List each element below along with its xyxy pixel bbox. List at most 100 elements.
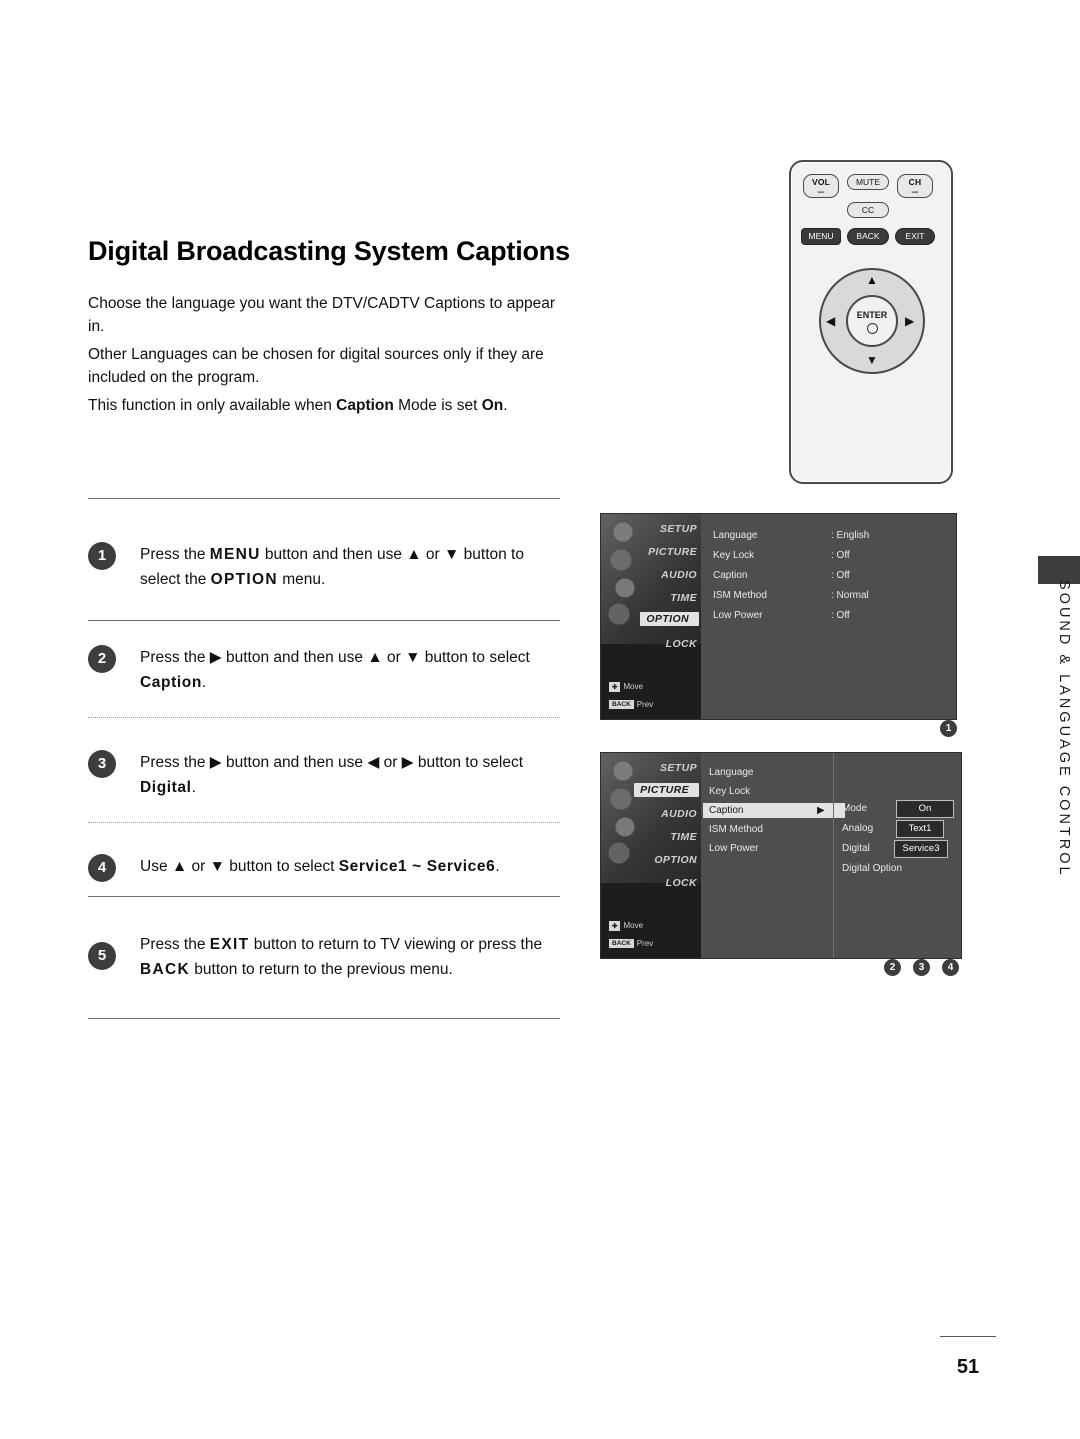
ch-button[interactable]: CH –: [897, 174, 933, 198]
step-3-a: Press the ▶ button and then use ◀ or ▶ b…: [140, 754, 524, 771]
exit-label: EXIT: [905, 231, 925, 241]
step-1-d: menu.: [277, 571, 326, 588]
footer-divider: [940, 1336, 996, 1337]
osd1-hint-prev: BACK Prev: [609, 700, 654, 710]
intro-paragraph-1: Choose the language you want the DTV/CAD…: [88, 295, 555, 335]
vol-minus-icon: –: [817, 184, 825, 198]
callout-2: 2: [884, 959, 901, 976]
intro-paragraph-2: Other Languages can be chosen for digita…: [88, 346, 544, 386]
intro-3-e: .: [503, 397, 508, 414]
osd2-menu-picture[interactable]: PICTURE: [634, 783, 699, 797]
osd2-move-icon: ✚: [609, 921, 621, 931]
step-5: 5 Press the EXIT button to return to TV …: [88, 932, 568, 982]
vol-button[interactable]: VOL –: [803, 174, 839, 198]
osd2-menu-setup[interactable]: SETUP: [660, 762, 697, 774]
step-5-exit-key: EXIT: [209, 936, 250, 953]
step-1-option-key: OPTION: [210, 571, 278, 588]
menu-label: MENU: [808, 231, 834, 241]
callout-3: 3: [913, 959, 930, 976]
page-title: Digital Broadcasting System Captions: [88, 236, 570, 266]
dpad-right-icon[interactable]: ▶: [905, 315, 914, 327]
osd1-row-ism-label[interactable]: ISM Method: [713, 590, 767, 601]
osd2-menu-lock[interactable]: LOCK: [666, 877, 697, 889]
step-1: 1 Press the MENU button and then use ▲ o…: [88, 542, 568, 592]
intro-3-c: Mode is set: [393, 397, 482, 414]
cc-label: CC: [861, 205, 875, 215]
callout-4: 4: [942, 959, 959, 976]
step-5-a: Press the: [140, 936, 210, 953]
step-1-number: 1: [88, 542, 116, 570]
osd1-menu-option[interactable]: OPTION: [640, 612, 699, 626]
side-section-label: SOUND & LANGUAGE CONTROL: [1056, 580, 1072, 878]
step-4-a: Use ▲ or ▼ button to select: [140, 858, 339, 875]
back-button[interactable]: BACK: [847, 228, 889, 245]
step-2: 2 Press the ▶ button and then use ▲ or ▼…: [88, 645, 568, 695]
osd2-sub-digital-label[interactable]: Digital: [842, 843, 870, 854]
osd1-row-keylock-value: : Off: [831, 550, 850, 561]
osd2-menu-option[interactable]: OPTION: [654, 854, 697, 866]
divider-3: [88, 822, 560, 823]
osd1-menu-setup[interactable]: SETUP: [660, 523, 697, 535]
osd2-sub-digital-option-label[interactable]: Digital Option: [842, 863, 902, 874]
callout-1: 1: [940, 720, 957, 737]
osd1-menu-time[interactable]: TIME: [670, 592, 697, 604]
osd1-menu-picture[interactable]: PICTURE: [648, 546, 697, 558]
step-4-service-range: Service1 ~ Service6: [338, 858, 496, 875]
mute-button[interactable]: MUTE: [847, 174, 889, 190]
osd2-row-ism[interactable]: ISM Method: [703, 822, 845, 837]
step-2-number: 2: [88, 645, 116, 673]
remote-control-illustration: VOL – MUTE CC CH – MENU BACK EXIT ▲ ▼ ◀ …: [789, 160, 953, 484]
osd1-row-keylock-label[interactable]: Key Lock: [713, 550, 754, 561]
dpad-left-icon[interactable]: ◀: [826, 315, 835, 327]
enter-label: ENTER: [856, 310, 888, 320]
dpad[interactable]: ▲ ▼ ◀ ▶ ENTER: [819, 268, 925, 374]
step-3: 3 Press the ▶ button and then use ◀ or ▶…: [88, 750, 568, 800]
divider-2: [88, 717, 560, 718]
osd2-row-keylock[interactable]: Key Lock: [703, 784, 845, 799]
dpad-down-icon[interactable]: ▼: [866, 354, 878, 366]
osd1-row-language-value: : English: [831, 530, 870, 541]
step-5-text: Press the EXIT button to return to TV vi…: [140, 932, 568, 982]
step-1-text: Press the MENU button and then use ▲ or …: [140, 542, 568, 592]
osd-screenshot-2: SETUP PICTURE AUDIO TIME OPTION LOCK ✚ Mo…: [600, 752, 962, 959]
osd1-row-lowpower-label[interactable]: Low Power: [713, 610, 762, 621]
osd1-menu-column: SETUP PICTURE AUDIO TIME OPTION LOCK ✚ Mo…: [601, 514, 701, 719]
cc-button[interactable]: CC: [847, 202, 889, 218]
ch-minus-icon: –: [911, 184, 919, 198]
divider-1: [88, 620, 560, 621]
intro-3-caption: Caption: [336, 397, 394, 414]
osd1-row-language-label[interactable]: Language: [713, 530, 758, 541]
step-5-number: 5: [88, 942, 116, 970]
osd2-row-lowpower[interactable]: Low Power: [703, 841, 845, 856]
osd1-row-caption-label[interactable]: Caption: [713, 570, 747, 581]
step-3-number: 3: [88, 750, 116, 778]
osd1-menu-audio[interactable]: AUDIO: [661, 569, 697, 581]
osd2-column-separator: [833, 753, 834, 958]
osd2-sub-digital-value[interactable]: Service3: [894, 840, 948, 858]
osd2-sub-analog-value[interactable]: Text1: [896, 820, 944, 838]
osd1-row-caption-value: : Off: [831, 570, 850, 581]
osd2-row-language[interactable]: Language: [703, 765, 845, 780]
step-1-a: Press the: [140, 546, 210, 563]
osd1-hint-prev-label: Prev: [636, 700, 654, 709]
osd2-sub-mode-label[interactable]: Mode: [842, 803, 867, 814]
osd2-caption-arrow-icon: ▶: [817, 805, 825, 816]
osd2-sub-mode-value[interactable]: On: [896, 800, 954, 818]
menu-button[interactable]: MENU: [801, 228, 841, 245]
osd1-menu-lock[interactable]: LOCK: [666, 638, 697, 650]
step-5-d: button to return to the previous menu.: [189, 961, 453, 978]
osd2-sub-analog-label[interactable]: Analog: [842, 823, 873, 834]
exit-button[interactable]: EXIT: [895, 228, 935, 245]
osd2-menu-audio[interactable]: AUDIO: [661, 808, 697, 820]
osd2-hint-prev-label: Prev: [636, 939, 654, 948]
step-4-text: Use ▲ or ▼ button to select Service1 ~ S…: [140, 854, 568, 879]
step-2-caption-key: Caption: [140, 674, 202, 691]
dpad-up-icon[interactable]: ▲: [866, 274, 878, 286]
osd2-menu-column: SETUP PICTURE AUDIO TIME OPTION LOCK ✚ Mo…: [601, 753, 701, 958]
enter-button[interactable]: ENTER: [846, 295, 898, 347]
osd1-hint-move-label: Move: [623, 682, 644, 692]
osd2-menu-time[interactable]: TIME: [670, 831, 697, 843]
osd1-move-icon: ✚: [609, 682, 621, 692]
divider-bottom: [88, 1018, 560, 1019]
back-label: BACK: [856, 231, 880, 241]
